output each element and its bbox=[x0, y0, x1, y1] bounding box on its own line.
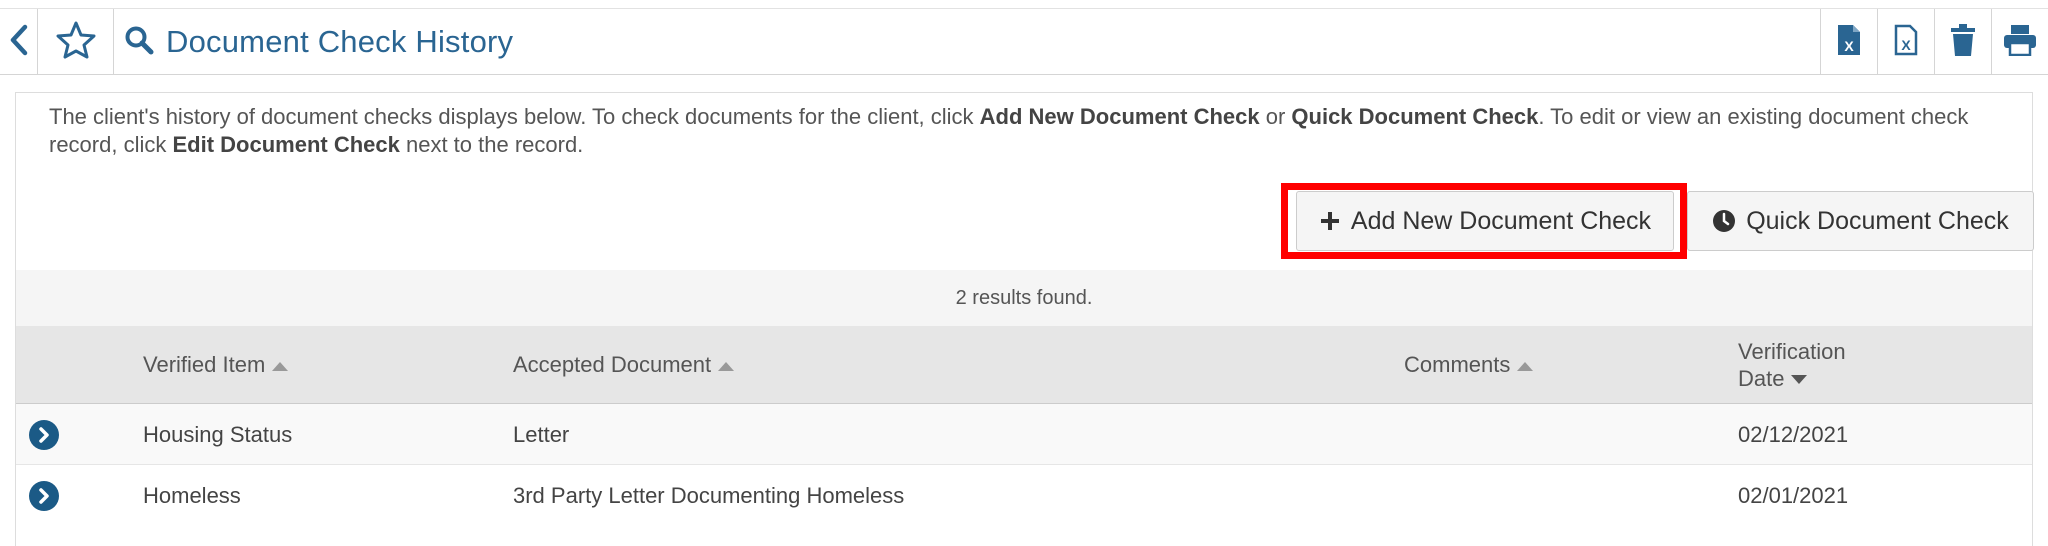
cell-verification-date: 02/12/2021 bbox=[1738, 421, 1849, 447]
sort-up-icon bbox=[717, 352, 735, 378]
edit-document-check-button[interactable] bbox=[29, 465, 59, 526]
clock-icon bbox=[1712, 209, 1736, 233]
export-excel-button[interactable]: X bbox=[1820, 9, 1877, 75]
plus-icon bbox=[1319, 210, 1341, 232]
intro-bold-edit: Edit Document Check bbox=[172, 132, 400, 157]
intro-text: The client's history of document checks … bbox=[49, 103, 2009, 159]
print-icon bbox=[2003, 24, 2037, 61]
column-header-comments[interactable]: Comments bbox=[1404, 326, 1534, 404]
column-header-accepted-document[interactable]: Accepted Document bbox=[513, 326, 735, 404]
page-title-area: Document Check History bbox=[124, 9, 513, 75]
table-row: Housing Status Letter 02/12/2021 bbox=[16, 404, 2032, 465]
cell-verification-date: 02/01/2021 bbox=[1738, 482, 1849, 508]
star-icon bbox=[56, 21, 96, 64]
cell-verified-item: Housing Status bbox=[143, 421, 293, 447]
chevron-right-icon bbox=[29, 419, 59, 450]
column-header-label: Verified Item bbox=[143, 352, 266, 377]
intro-text-part: The client's history of document checks … bbox=[49, 104, 980, 129]
search-icon bbox=[124, 25, 154, 60]
column-header-label-line2: Date bbox=[1738, 365, 1808, 392]
delete-button[interactable] bbox=[1934, 9, 1991, 75]
column-header-label: Comments bbox=[1404, 352, 1511, 377]
column-header-label: Accepted Document bbox=[513, 352, 712, 377]
add-new-document-check-label: Add New Document Check bbox=[1350, 206, 1652, 235]
table-row: Homeless 3rd Party Letter Documenting Ho… bbox=[16, 465, 2032, 526]
column-header-label: Date bbox=[1738, 366, 1785, 391]
quick-document-check-button[interactable]: Quick Document Check bbox=[1687, 191, 2034, 251]
svg-text:X: X bbox=[1844, 38, 1854, 54]
print-button[interactable] bbox=[1991, 9, 2048, 75]
column-header-verification-date[interactable]: Verification Date bbox=[1738, 326, 1846, 404]
favorite-button[interactable] bbox=[38, 9, 114, 75]
excel-export-icon: X bbox=[1836, 23, 1862, 62]
export-excel-all-button[interactable]: X bbox=[1877, 9, 1934, 75]
document-check-panel: The client's history of document checks … bbox=[15, 92, 2034, 546]
toolbar-actions: X X bbox=[1820, 9, 2048, 75]
column-header-label: Verification bbox=[1738, 339, 1846, 364]
add-new-document-check-button[interactable]: Add New Document Check bbox=[1296, 191, 1674, 251]
intro-text-part: or bbox=[1259, 104, 1292, 129]
trash-icon bbox=[1949, 23, 1977, 62]
back-chevron-icon bbox=[9, 24, 29, 61]
svg-text:X: X bbox=[1901, 37, 1911, 53]
edit-document-check-button[interactable] bbox=[29, 404, 59, 465]
sort-down-icon bbox=[1790, 365, 1808, 392]
intro-bold-quick: Quick Document Check bbox=[1291, 104, 1539, 129]
intro-bold-add-new: Add New Document Check bbox=[979, 104, 1260, 129]
cell-verified-item: Homeless bbox=[143, 482, 241, 508]
results-count: 2 results found. bbox=[16, 270, 2032, 326]
intro-text-part: next to the record. bbox=[399, 132, 584, 157]
table-header: Verified Item Accepted Document Comments… bbox=[16, 326, 2032, 404]
column-header-verified-item[interactable]: Verified Item bbox=[143, 326, 289, 404]
back-button[interactable] bbox=[0, 9, 38, 75]
cell-accepted-document: Letter bbox=[513, 421, 570, 447]
cell-accepted-document: 3rd Party Letter Documenting Homeless bbox=[513, 482, 905, 508]
page-title: Document Check History bbox=[166, 24, 514, 59]
chevron-right-icon bbox=[29, 480, 59, 511]
top-toolbar: Document Check History X X bbox=[0, 8, 2048, 75]
sort-up-icon bbox=[271, 352, 289, 378]
excel-export-all-icon: X bbox=[1893, 23, 1919, 62]
sort-up-icon bbox=[1516, 352, 1534, 378]
quick-document-check-label: Quick Document Check bbox=[1746, 206, 2009, 235]
